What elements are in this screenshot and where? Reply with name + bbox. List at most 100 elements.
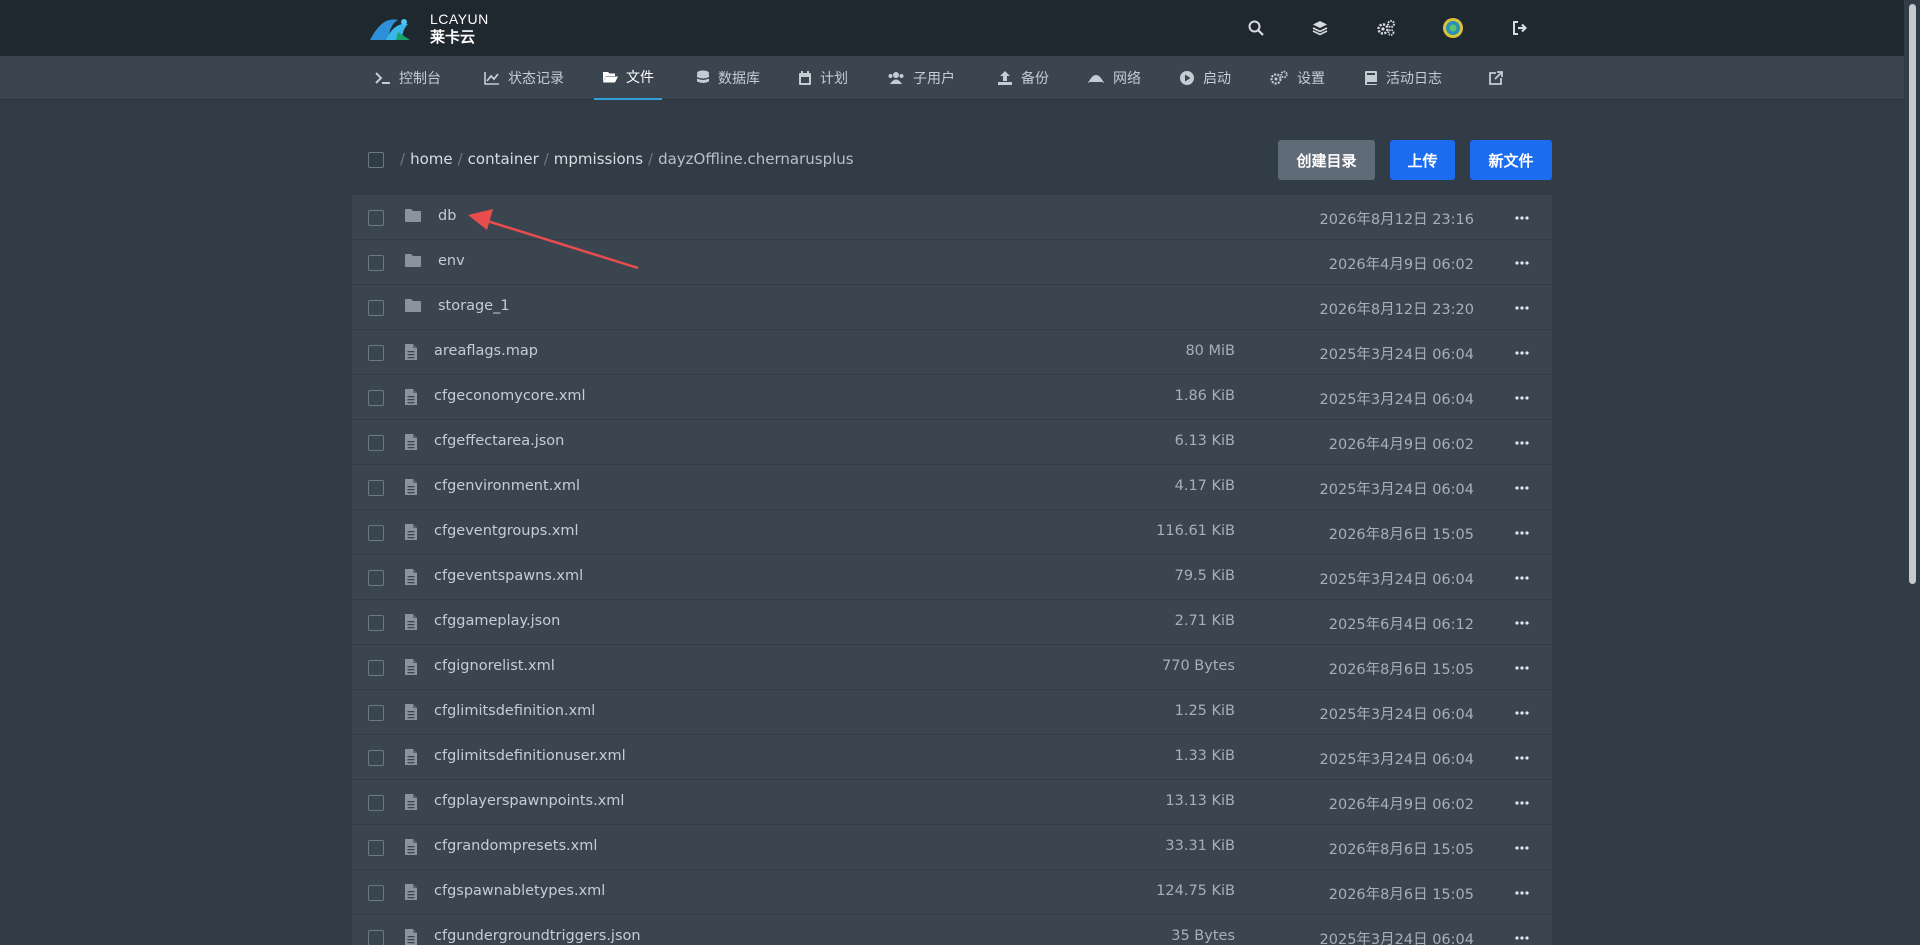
tab-startup[interactable]: 启动 xyxy=(1171,56,1239,100)
file-name[interactable]: cfgenvironment.xml xyxy=(434,478,580,494)
search-icon[interactable] xyxy=(1244,16,1268,40)
more-options-icon[interactable] xyxy=(1514,390,1530,406)
more-options-icon[interactable] xyxy=(1514,255,1530,271)
tab-backup[interactable]: 备份 xyxy=(989,56,1057,100)
tab-settings[interactable]: 设置 xyxy=(1261,56,1333,100)
folder-row[interactable]: db 2026年8月12日 23:16 xyxy=(352,195,1552,240)
file-row[interactable]: cfgundergroundtriggers.json 35 Bytes 2025年… xyxy=(352,915,1552,945)
file-name[interactable]: db xyxy=(438,208,456,224)
tab-activity-log[interactable]: 活动日志 xyxy=(1356,56,1450,100)
tab-network[interactable]: 网络 xyxy=(1079,56,1149,100)
cogs-icon[interactable] xyxy=(1374,16,1398,40)
row-checkbox[interactable] xyxy=(368,795,384,811)
more-options-icon[interactable] xyxy=(1514,660,1530,676)
row-checkbox[interactable] xyxy=(368,525,384,541)
file-name[interactable]: storage_1 xyxy=(438,298,510,314)
row-checkbox[interactable] xyxy=(368,480,384,496)
file-row[interactable]: cfgplayerspawnpoints.xml 13.13 KiB 2026年4月… xyxy=(352,780,1552,825)
file-row[interactable]: areaflags.map 80 MiB 2025年3月24日 06:04 xyxy=(352,330,1552,375)
file-row[interactable]: cfgeconomycore.xml 1.86 KiB 2025年3月24日 06:… xyxy=(352,375,1552,420)
more-options-icon[interactable] xyxy=(1514,705,1530,721)
more-options-icon[interactable] xyxy=(1514,480,1530,496)
more-options-icon[interactable] xyxy=(1514,930,1530,945)
file-row[interactable]: cfgspawnabletypes.xml 124.75 KiB 2026年8月6日… xyxy=(352,870,1552,915)
avatar[interactable] xyxy=(1441,16,1465,40)
logout-icon[interactable] xyxy=(1508,16,1532,40)
more-options-icon[interactable] xyxy=(1514,435,1530,451)
breadcrumb-container[interactable]: container xyxy=(468,150,539,168)
row-checkbox[interactable] xyxy=(368,705,384,721)
row-checkbox[interactable] xyxy=(368,885,384,901)
row-checkbox[interactable] xyxy=(368,255,384,271)
tab-status-log[interactable]: 状态记录 xyxy=(476,56,572,100)
tab-subusers[interactable]: 子用户 xyxy=(879,56,963,100)
row-checkbox[interactable] xyxy=(368,750,384,766)
file-name[interactable]: cfgrandompresets.xml xyxy=(434,838,597,854)
new-file-button[interactable]: 新文件 xyxy=(1470,140,1552,180)
file-row[interactable]: cfggameplay.json 2.71 KiB 2025年6月4日 06:12 xyxy=(352,600,1552,645)
row-checkbox[interactable] xyxy=(368,840,384,856)
file-row[interactable]: cfgeventgroups.xml 116.61 KiB 2026年8月6日 15… xyxy=(352,510,1552,555)
logo[interactable]: LCAYUN 莱卡云 xyxy=(368,10,498,46)
row-checkbox[interactable] xyxy=(368,930,384,945)
file-name[interactable]: cfglimitsdefinition.xml xyxy=(434,703,595,719)
breadcrumb-mpmissions[interactable]: mpmissions xyxy=(554,150,643,168)
file-name[interactable]: cfgspawnabletypes.xml xyxy=(434,883,605,899)
more-options-icon[interactable] xyxy=(1514,615,1530,631)
file-name[interactable]: cfgignorelist.xml xyxy=(434,658,555,674)
breadcrumb-home[interactable]: home xyxy=(410,150,453,168)
row-checkbox[interactable] xyxy=(368,435,384,451)
file-size: 80 MiB xyxy=(1185,343,1235,359)
file-name[interactable]: cfgeconomycore.xml xyxy=(434,388,586,404)
file-name[interactable]: cfgplayerspawnpoints.xml xyxy=(434,793,624,809)
file-name[interactable]: cfgundergroundtriggers.json xyxy=(434,928,641,944)
tab-console[interactable]: 控制台 xyxy=(367,56,449,100)
tab-database[interactable]: 数据库 xyxy=(688,56,768,100)
tab-schedule[interactable]: 计划 xyxy=(790,56,856,100)
more-options-icon[interactable] xyxy=(1514,750,1530,766)
row-checkbox[interactable] xyxy=(368,300,384,316)
file-name[interactable]: cfggameplay.json xyxy=(434,613,560,629)
more-options-icon[interactable] xyxy=(1514,210,1530,226)
file-row[interactable]: cfglimitsdefinition.xml 1.25 KiB 2025年3月24… xyxy=(352,690,1552,735)
row-checkbox[interactable] xyxy=(368,390,384,406)
file-row[interactable]: cfgenvironment.xml 4.17 KiB 2025年3月24日 06:… xyxy=(352,465,1552,510)
file-name[interactable]: cfglimitsdefinitionuser.xml xyxy=(434,748,626,764)
breadcrumb-root[interactable]: / xyxy=(400,150,405,168)
row-checkbox[interactable] xyxy=(368,570,384,586)
create-directory-button[interactable]: 创建目录 xyxy=(1278,140,1375,180)
more-options-icon[interactable] xyxy=(1514,885,1530,901)
file-row[interactable]: cfgignorelist.xml 770 Bytes 2026年8月6日 15:0… xyxy=(352,645,1552,690)
more-options-icon[interactable] xyxy=(1514,300,1530,316)
database-icon xyxy=(697,70,709,83)
more-options-icon[interactable] xyxy=(1514,795,1530,811)
more-options-icon[interactable] xyxy=(1514,840,1530,856)
file-name[interactable]: areaflags.map xyxy=(434,343,538,359)
file-row[interactable]: cfgrandompresets.xml 33.31 KiB 2026年8月6日 1… xyxy=(352,825,1552,870)
folder-row[interactable]: storage_1 2026年8月12日 23:20 xyxy=(352,285,1552,330)
file-name[interactable]: env xyxy=(438,253,465,269)
file-row[interactable]: cfgeventspawns.xml 79.5 KiB 2025年3月24日 06:… xyxy=(352,555,1552,600)
logo-mark-icon xyxy=(370,19,410,40)
more-options-icon[interactable] xyxy=(1514,345,1530,361)
page-scrollbar[interactable] xyxy=(1904,0,1920,945)
more-options-icon[interactable] xyxy=(1514,570,1530,586)
row-checkbox[interactable] xyxy=(368,615,384,631)
scrollbar-thumb[interactable] xyxy=(1909,4,1916,584)
layers-icon[interactable] xyxy=(1308,16,1332,40)
tab-files[interactable]: 文件 xyxy=(594,56,662,100)
row-checkbox[interactable] xyxy=(368,210,384,226)
file-name[interactable]: cfgeventgroups.xml xyxy=(434,523,579,539)
select-all-checkbox[interactable] xyxy=(368,152,384,168)
file-row[interactable]: cfglimitsdefinitionuser.xml 1.33 KiB 2025年… xyxy=(352,735,1552,780)
row-checkbox[interactable] xyxy=(368,345,384,361)
row-checkbox[interactable] xyxy=(368,660,384,676)
tab-external-link[interactable] xyxy=(1480,56,1511,100)
folder-row[interactable]: env 2026年4月9日 06:02 xyxy=(352,240,1552,285)
upload-button[interactable]: 上传 xyxy=(1390,140,1455,180)
more-options-icon[interactable] xyxy=(1514,525,1530,541)
file-name[interactable]: cfgeventspawns.xml xyxy=(434,568,583,584)
file-row[interactable]: cfgeffectarea.json 6.13 KiB 2026年4月9日 06:0… xyxy=(352,420,1552,465)
file-name[interactable]: cfgeffectarea.json xyxy=(434,433,564,449)
file-modified-date: 2026年8月6日 15:05 xyxy=(1328,662,1474,678)
